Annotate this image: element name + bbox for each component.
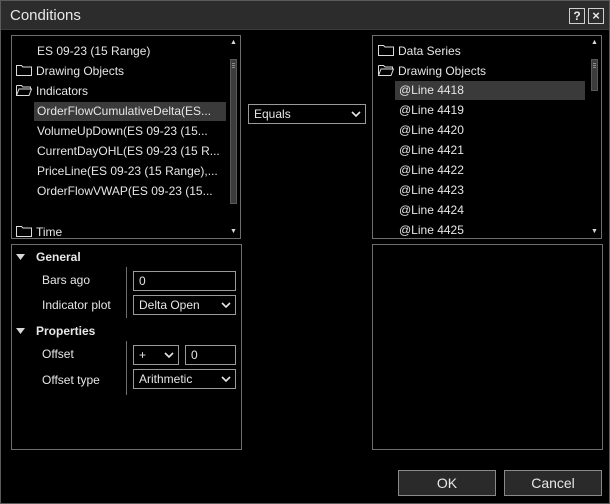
dialog-title: Conditions: [10, 7, 81, 24]
tree-item-price-line[interactable]: PriceLine(ES 09-23 (15 Range),...: [34, 162, 226, 181]
offset-sign-value: +: [139, 348, 147, 362]
tree-folder-data-series[interactable]: Data Series: [378, 42, 586, 61]
chevron-down-icon: [221, 302, 231, 309]
tree-item-line-4418[interactable]: @Line 4418: [395, 81, 585, 100]
folder-open-icon: [16, 85, 32, 97]
tree-item-label: @Line 4423: [399, 183, 464, 197]
tree-item-line-4423[interactable]: @Line 4423: [395, 181, 585, 200]
folder-icon: [16, 226, 32, 238]
tree-item-line-4421[interactable]: @Line 4421: [395, 141, 585, 160]
tree-item-label: Time: [36, 225, 63, 239]
offset-type-label: Offset type: [42, 373, 100, 387]
tree-item-label: @Line 4419: [399, 103, 464, 117]
offset-value-input[interactable]: 0: [185, 345, 236, 365]
left-tree-scrollbar[interactable]: ▲ ▼: [228, 37, 239, 237]
offset-sign-select[interactable]: +: [133, 345, 179, 365]
chevron-down-icon: [351, 111, 361, 118]
column-divider[interactable]: [126, 267, 127, 318]
right-properties-panel: [372, 244, 603, 450]
offset-type-value: Arithmetic: [139, 372, 193, 386]
tree-item-current-day-ohl[interactable]: CurrentDayOHL(ES 09-23 (15 R...: [34, 142, 226, 161]
tree-item-label: CurrentDayOHL(ES 09-23 (15 R...: [37, 144, 220, 158]
operator-value: Equals: [254, 107, 291, 121]
tree-item-label: OrderFlowCumulativeDelta(ES...: [37, 104, 212, 118]
right-tree-scrollbar[interactable]: ▲ ▼: [589, 37, 600, 237]
tree-item-orderflow-vwap[interactable]: OrderFlowVWAP(ES 09-23 (15...: [34, 182, 226, 201]
tree-item-label: OrderFlowVWAP(ES 09-23 (15...: [37, 184, 213, 198]
bars-ago-input[interactable]: 0: [133, 271, 236, 291]
category-title: Properties: [36, 324, 96, 338]
tree-item-line-4422[interactable]: @Line 4422: [395, 161, 585, 180]
tree-folder-time[interactable]: Time: [16, 223, 226, 239]
column-divider[interactable]: [126, 341, 127, 395]
conditions-dialog: Conditions ? × ES 09-23 (15 Range) Drawi…: [0, 0, 610, 504]
tree-item-label: Indicators: [36, 84, 89, 98]
collapse-triangle-icon[interactable]: [16, 254, 25, 260]
tree-item-line-4420[interactable]: @Line 4420: [395, 121, 585, 140]
scroll-up-arrow-icon[interactable]: ▲: [229, 38, 238, 47]
left-properties-panel: General Bars ago 0 Indicator plot Delta …: [11, 244, 242, 450]
cancel-button[interactable]: Cancel: [504, 470, 602, 496]
collapse-triangle-icon[interactable]: [16, 328, 25, 334]
indicator-plot-select[interactable]: Delta Open: [133, 295, 236, 315]
tree-item-volume-up-down[interactable]: VolumeUpDown(ES 09-23 (15...: [34, 122, 226, 141]
category-title: General: [36, 250, 81, 264]
operator-select[interactable]: Equals: [248, 104, 366, 124]
scroll-thumb[interactable]: [230, 59, 237, 204]
tree-item-line-4424[interactable]: @Line 4424: [395, 201, 585, 220]
indicator-plot-value: Delta Open: [139, 298, 200, 312]
scroll-down-arrow-icon[interactable]: ▼: [590, 227, 599, 236]
tree-item-data-series[interactable]: ES 09-23 (15 Range): [16, 42, 226, 61]
tree-item-line-4425[interactable]: @Line 4425: [395, 221, 585, 238]
left-source-tree: ES 09-23 (15 Range) Drawing Objects Indi…: [11, 35, 241, 239]
right-target-tree: Data Series Drawing Objects @Line 4418 @…: [372, 35, 602, 239]
offset-type-select[interactable]: Arithmetic: [133, 369, 236, 389]
tree-item-label: ES 09-23 (15 Range): [37, 44, 151, 58]
tree-item-label: Drawing Objects: [36, 64, 125, 78]
tree-item-label: Drawing Objects: [398, 64, 487, 78]
offset-label: Offset: [42, 347, 74, 361]
tree-item-label: @Line 4424: [399, 203, 464, 217]
scroll-up-arrow-icon[interactable]: ▲: [590, 38, 599, 47]
help-button[interactable]: ?: [569, 8, 585, 24]
chevron-down-icon: [221, 376, 231, 383]
close-button[interactable]: ×: [588, 8, 604, 24]
tree-item-label: @Line 4425: [399, 223, 464, 237]
tree-item-label: PriceLine(ES 09-23 (15 Range),...: [37, 164, 218, 178]
category-properties[interactable]: Properties: [16, 322, 96, 340]
tree-item-label: Data Series: [398, 44, 461, 58]
title-bar[interactable]: Conditions ? ×: [1, 1, 609, 30]
folder-open-icon: [378, 65, 394, 77]
tree-item-label: VolumeUpDown(ES 09-23 (15...: [37, 124, 208, 138]
tree-item-orderflow-cumulative-delta[interactable]: OrderFlowCumulativeDelta(ES...: [34, 102, 226, 121]
tree-folder-indicators[interactable]: Indicators: [16, 82, 226, 101]
scroll-down-arrow-icon[interactable]: ▼: [229, 227, 238, 236]
scroll-thumb[interactable]: [591, 59, 598, 91]
indicator-plot-label: Indicator plot: [42, 298, 111, 312]
category-general[interactable]: General: [16, 248, 81, 266]
chevron-down-icon: [164, 352, 174, 359]
folder-icon: [378, 45, 394, 57]
tree-item-label: @Line 4420: [399, 123, 464, 137]
tree-item-label: @Line 4421: [399, 143, 464, 157]
tree-item-label: @Line 4422: [399, 163, 464, 177]
tree-item-line-4419[interactable]: @Line 4419: [395, 101, 585, 120]
folder-icon: [16, 65, 32, 77]
ok-button[interactable]: OK: [398, 470, 496, 496]
bars-ago-label: Bars ago: [42, 273, 91, 287]
tree-folder-drawing-objects[interactable]: Drawing Objects: [378, 62, 586, 81]
tree-folder-drawing-objects[interactable]: Drawing Objects: [16, 62, 226, 81]
tree-item-label: @Line 4418: [399, 83, 464, 97]
